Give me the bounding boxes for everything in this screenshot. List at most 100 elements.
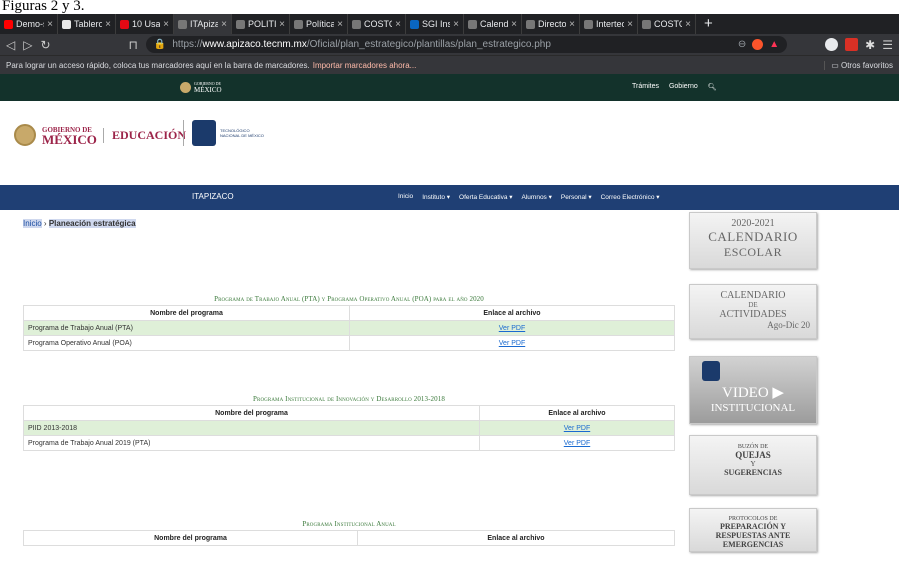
tecnm-icon	[702, 361, 720, 381]
browser-tab[interactable]: Política ×	[290, 14, 348, 34]
browser-tab[interactable]: POLITIC×	[232, 14, 290, 34]
tecnm-logo[interactable]: TECNOLÓGICO NACIONAL DE MÉXICO	[183, 120, 270, 146]
main-content: Inicio › Planeación estratégica Programa…	[0, 210, 899, 552]
browser-tab[interactable]: Intertec ×	[580, 14, 638, 34]
rewards-icon[interactable]: ▲	[769, 39, 779, 50]
nav-item[interactable]: Oferta Educativa ▾	[459, 193, 512, 201]
gov-link-tramites[interactable]: Trámites	[632, 83, 659, 91]
seal-icon	[180, 81, 191, 93]
favicon-icon	[236, 19, 245, 29]
lock-icon: 🔒	[153, 39, 167, 50]
browser-tab[interactable]: Directo ×	[522, 14, 580, 34]
close-icon[interactable]: ×	[47, 19, 53, 30]
browser-tab[interactable]: Demo-s×	[0, 14, 58, 34]
close-icon[interactable]: ×	[105, 19, 111, 30]
gov-logo[interactable]: GOBIERNO DE MÉXICO	[180, 81, 222, 94]
video-institucional-banner[interactable]: VIDEO ▶ INSTITUCIONAL	[689, 356, 817, 424]
bookmarks-hint: Para lograr un acceso rápido, coloca tus…	[6, 60, 310, 70]
buzon-quejas-banner[interactable]: BUZÓN DE QUEJAS Y SUGERENCIAS	[689, 435, 817, 495]
browser-tab[interactable]: 10 Usat ×	[116, 14, 174, 34]
favicon-icon	[62, 19, 71, 29]
main-nav: ITAPIZACO Inicio Instituto ▾ Oferta Educat…	[0, 185, 899, 210]
close-icon[interactable]: ×	[569, 19, 575, 30]
address-bar[interactable]: 🔒 https://www.apizaco.tecnm.mx/Oficial/p…	[145, 36, 788, 53]
section-title: Programa Institucional Anual	[302, 520, 396, 528]
zoom-icon[interactable]: ⊖	[738, 39, 746, 50]
table-row: Programa de Trabajo Anual (PTA) Ver PDF	[23, 320, 675, 336]
brave-shield-icon[interactable]	[752, 39, 764, 50]
protocolos-banner[interactable]: PROTOCOLOS DE PREPARACIÓN Y RESPUESTAS A…	[689, 508, 817, 552]
bookmarks-bar: Para lograr un acceso rápido, coloca tus…	[0, 55, 899, 74]
close-icon[interactable]: ×	[163, 19, 169, 30]
section-title: Programa Institucional de Innovación y D…	[253, 395, 445, 403]
reload-icon[interactable]: ↻	[40, 38, 50, 52]
pdf-link[interactable]: Ver PDF	[349, 320, 675, 336]
caption: Figuras 2 y 3.	[0, 0, 899, 14]
import-bookmarks-link[interactable]: Importar marcadores ahora...	[313, 61, 417, 70]
breadcrumb-current: Planeación estratégica	[48, 219, 136, 228]
extension-icon[interactable]	[845, 38, 859, 51]
bookmark-icon[interactable]: ⊓	[129, 38, 138, 52]
close-icon[interactable]: ×	[511, 19, 517, 30]
programs-table: Nombre del programa Enlace al archivo PII…	[23, 405, 675, 451]
gov-bar: GOBIERNO DE MÉXICO Trámites Gobierno 🔍︎	[0, 74, 899, 101]
section-title: Programa de Trabajo Anual (PTA) y Progra…	[214, 295, 484, 303]
favicon-icon	[526, 19, 535, 29]
calendario-escolar-banner[interactable]: 2020-2021 CALENDARIO ESCOLAR	[689, 212, 817, 269]
breadcrumb: Inicio › Planeación estratégica	[23, 219, 136, 228]
gov-link-gobierno[interactable]: Gobierno	[669, 83, 698, 91]
browser-tab[interactable]: COSTO×	[348, 14, 406, 34]
pdf-link[interactable]: Ver PDF	[479, 435, 675, 451]
pdf-link[interactable]: Ver PDF	[479, 420, 675, 436]
browser-tab[interactable]: ITApiza ×	[174, 14, 232, 34]
site-brand[interactable]: ITAPIZACO	[192, 192, 234, 201]
url-scheme: https://	[172, 39, 203, 50]
calendario-actividades-banner[interactable]: CALENDARIO DE ACTIVIDADES Ago-Dic 20	[689, 284, 817, 339]
close-icon[interactable]: ×	[221, 19, 227, 30]
folder-icon: ▭	[831, 60, 841, 70]
tecnm-icon	[192, 120, 216, 146]
profile-icon[interactable]	[825, 38, 839, 51]
pdf-link[interactable]: Ver PDF	[349, 335, 675, 351]
close-icon[interactable]: ×	[627, 19, 633, 30]
other-bookmarks[interactable]: ▭ Otros favoritos	[824, 60, 893, 70]
favicon-icon	[584, 19, 593, 29]
close-icon[interactable]: ×	[279, 19, 285, 30]
forward-icon[interactable]: ▷	[23, 38, 32, 52]
site-header: GOBIERNO DE MÉXICO EDUCACIÓN TECNOLÓGICO …	[0, 101, 899, 161]
close-icon[interactable]: ×	[685, 19, 691, 30]
programs-table: Nombre del programa Enlace al archivo Pro…	[23, 305, 675, 351]
url-host: www.apizaco.tecnm.mx	[202, 39, 307, 50]
favicon-icon	[352, 19, 361, 29]
favicon-icon	[294, 19, 303, 29]
favicon-icon	[468, 19, 477, 29]
browser-tab[interactable]: COSTO×	[638, 14, 696, 34]
extensions-puzzle-icon[interactable]: ✱	[865, 38, 875, 52]
nav-item[interactable]: Instituto ▾	[422, 193, 450, 201]
search-icon[interactable]: 🔍︎	[708, 83, 717, 91]
menu-icon[interactable]: ☰	[882, 38, 893, 52]
programs-table: Nombre del programa Enlace al archivo	[23, 530, 675, 546]
table-row: Programa de Trabajo Anual 2019 (PTA) Ver …	[23, 435, 675, 451]
browser-tab[interactable]: SGI Inst×	[406, 14, 464, 34]
browser-tab[interactable]: Calenda×	[464, 14, 522, 34]
favicon-icon	[4, 19, 13, 29]
gob-mx-logo[interactable]: GOBIERNO DE MÉXICO	[14, 124, 97, 146]
nav-item[interactable]: Correo Electrónico ▾	[601, 193, 660, 201]
close-icon[interactable]: ×	[337, 19, 343, 30]
table-row: PIID 2013-2018 Ver PDF	[23, 420, 675, 436]
nav-item[interactable]: Alumnos ▾	[522, 193, 552, 201]
table-row: Programa Operativo Anual (POA) Ver PDF	[23, 335, 675, 351]
back-icon[interactable]: ◁	[6, 38, 15, 52]
favicon-icon	[120, 19, 129, 29]
browser-tab[interactable]: Tablero ×	[58, 14, 116, 34]
play-icon: ▶	[772, 385, 784, 401]
seal-icon	[14, 124, 36, 146]
nav-item[interactable]: Personal ▾	[561, 193, 592, 201]
educacion-logo[interactable]: EDUCACIÓN	[103, 128, 186, 143]
close-icon[interactable]: ×	[395, 19, 401, 30]
close-icon[interactable]: ×	[453, 19, 459, 30]
nav-item[interactable]: Inicio	[398, 193, 413, 201]
new-tab-button[interactable]: +	[696, 14, 721, 34]
breadcrumb-home[interactable]: Inicio	[23, 219, 42, 228]
